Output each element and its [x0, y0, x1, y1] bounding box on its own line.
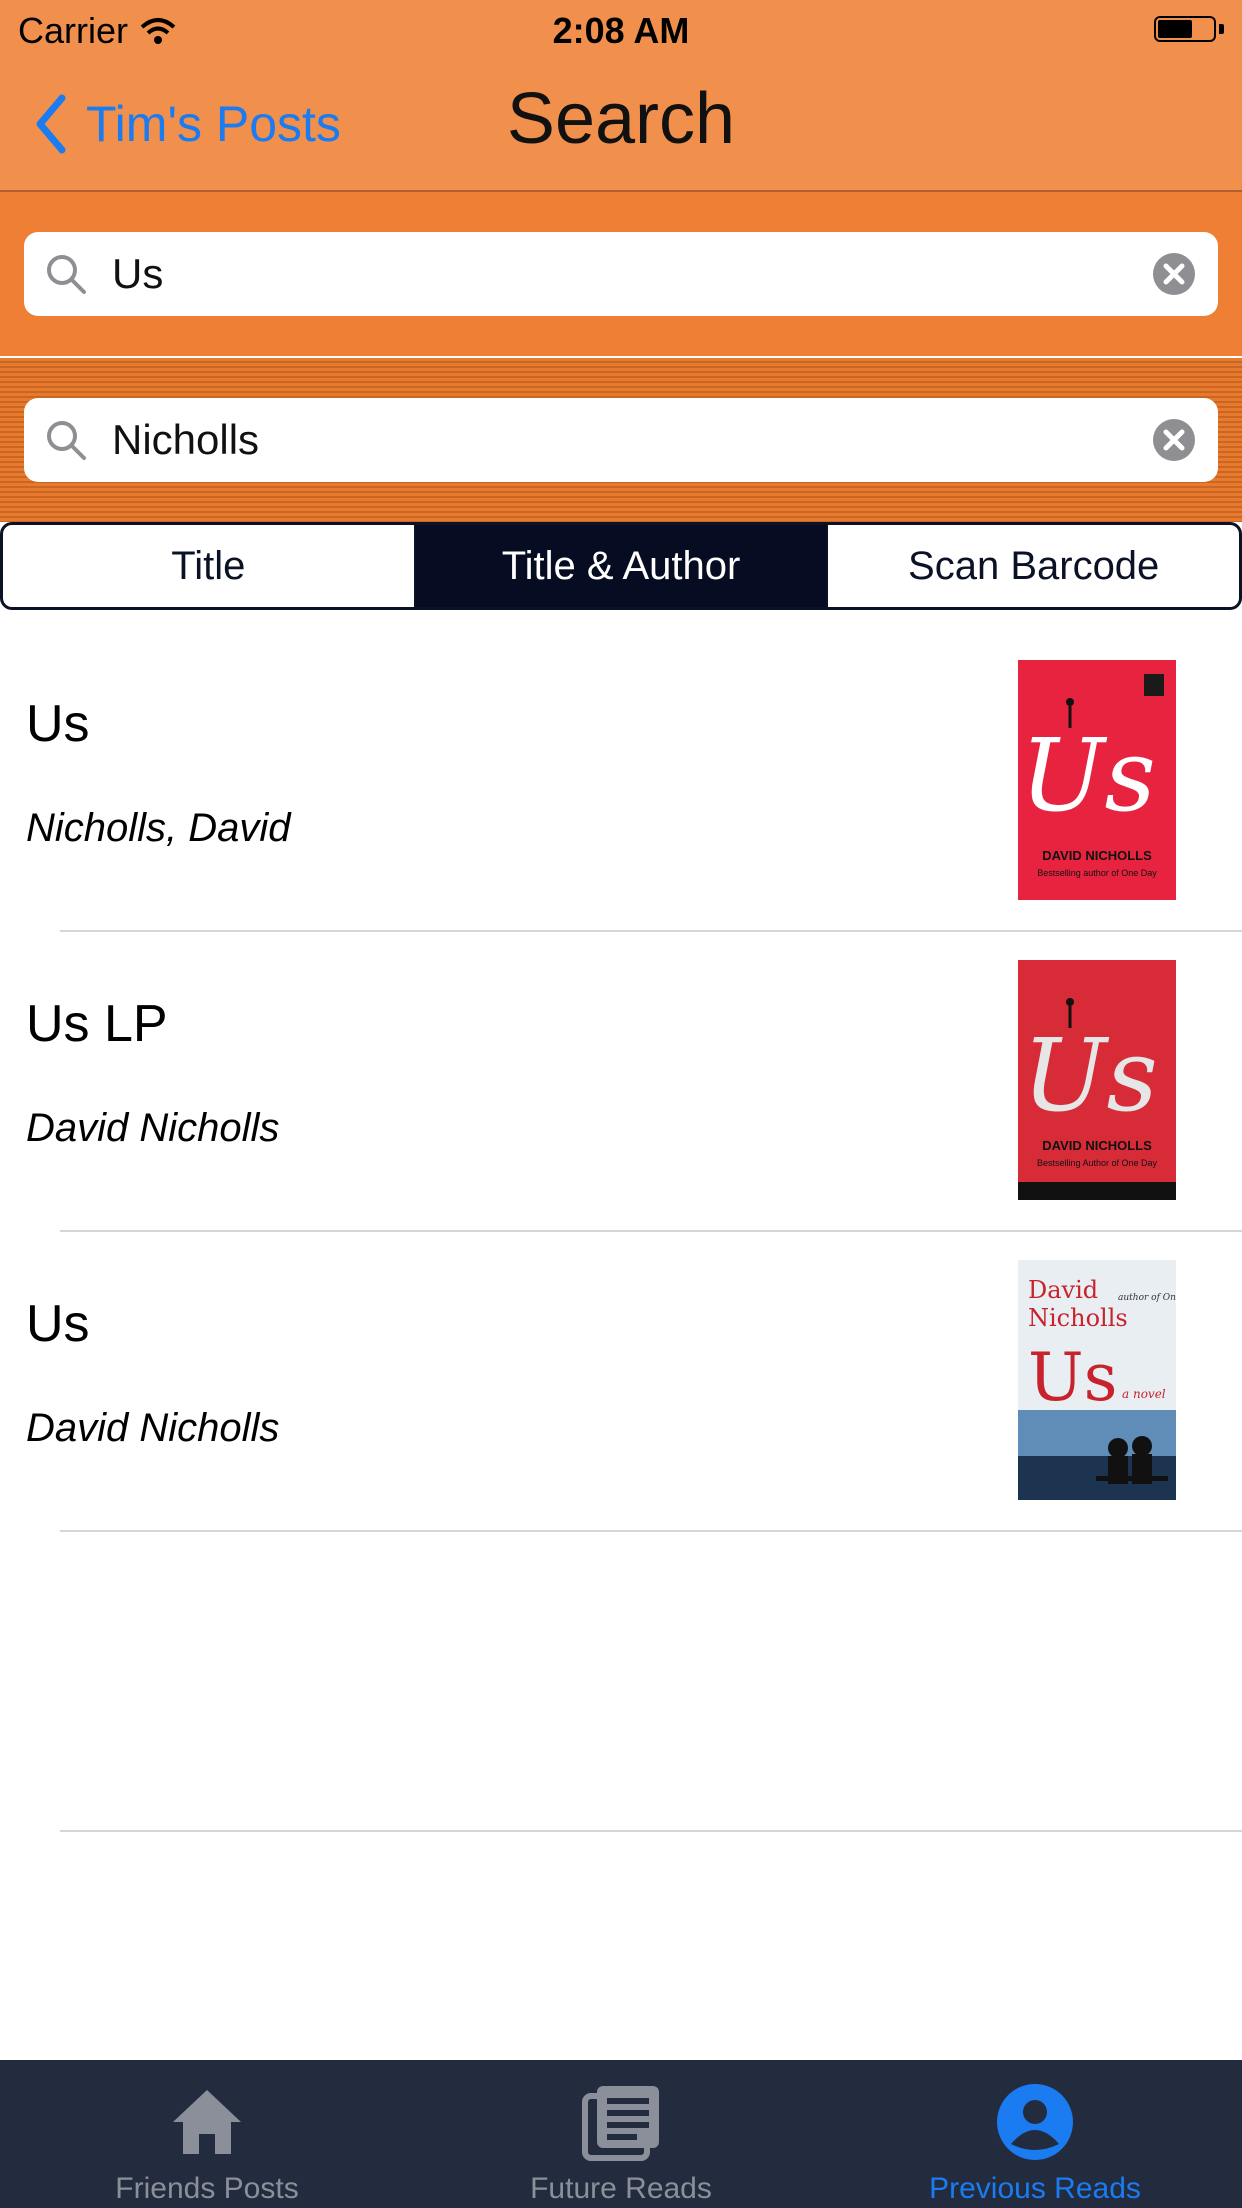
- title-search-input[interactable]: Us: [24, 232, 1218, 316]
- home-icon: [173, 2090, 241, 2154]
- tab-label: Future Reads: [530, 2172, 712, 2205]
- segment-scan-barcode[interactable]: Scan Barcode: [828, 525, 1239, 607]
- battery-icon: [1154, 16, 1224, 44]
- book-cover: David Nicholls author of One Day Us a no…: [1018, 1260, 1176, 1500]
- cover-tagline: Bestselling Author of One Day: [1037, 1158, 1158, 1168]
- tab-future-reads[interactable]: Future Reads: [414, 2060, 828, 2208]
- cover-word: Us: [1022, 1017, 1158, 1134]
- segment-title[interactable]: Title: [3, 525, 416, 607]
- title-search-value: Us: [112, 250, 164, 297]
- book-title: Us: [26, 1295, 90, 1353]
- search-mode-segmented-control: Title Title & Author Scan Barcode: [0, 522, 1242, 610]
- tab-label: Previous Reads: [929, 2172, 1141, 2205]
- cover-author: DAVID NICHOLLS: [1042, 1138, 1152, 1153]
- row-divider: [60, 1530, 1242, 1532]
- author-search-value: Nicholls: [112, 416, 260, 463]
- clear-icon[interactable]: [1152, 252, 1196, 296]
- result-row[interactable]: Us David Nicholls David Nicholls author …: [0, 1230, 1242, 1530]
- segment-title-author[interactable]: Title & Author: [415, 525, 829, 607]
- empty-row-divider: [60, 1830, 1242, 1832]
- navigation-bar: Carrier 2:08 AM Tim's Posts Search: [0, 0, 1242, 192]
- author-search-input[interactable]: Nicholls: [24, 398, 1218, 482]
- person-icon: [997, 2084, 1073, 2160]
- book-cover: Us DAVID NICHOLLS Bestselling author of …: [1018, 660, 1176, 900]
- book-author: Nicholls, David: [26, 806, 291, 850]
- book-title: Us: [26, 695, 90, 753]
- cover-author: DAVID NICHOLLS: [1042, 848, 1152, 863]
- page-title: Search: [506, 79, 736, 159]
- tab-previous-reads[interactable]: Previous Reads: [828, 2060, 1242, 2208]
- author-search-bar: Nicholls: [0, 358, 1242, 522]
- cover-word: Us: [1028, 1339, 1118, 1416]
- book-author: David Nicholls: [26, 1406, 280, 1450]
- status-bar: Carrier 2:08 AM: [0, 0, 1242, 60]
- title-search-bar: Us: [0, 192, 1242, 356]
- book-cover: Us DAVID NICHOLLS Bestselling Author of …: [1018, 960, 1176, 1200]
- tab-friends-posts[interactable]: Friends Posts: [0, 2060, 414, 2208]
- status-time: 2:08 AM: [552, 10, 690, 51]
- search-icon: [47, 255, 86, 294]
- cover-word: Us: [1020, 717, 1156, 834]
- result-row[interactable]: Us LP David Nicholls Us DAVID NICHOLLS B…: [0, 930, 1242, 1230]
- tab-bar: Friends Posts Future Reads Previous Read…: [0, 2060, 1242, 2208]
- cover-subtitle: a novel: [1122, 1387, 1166, 1401]
- cover-tagline: Bestselling author of One Day: [1037, 868, 1157, 878]
- cover-author-line2: Nicholls: [1028, 1304, 1128, 1332]
- cover-author-line1: David: [1028, 1276, 1098, 1304]
- book-author: David Nicholls: [26, 1106, 280, 1150]
- book-title: Us LP: [26, 995, 168, 1053]
- tab-label: Friends Posts: [115, 2172, 299, 2205]
- search-icon: [47, 421, 86, 460]
- news-icon: [582, 2086, 659, 2161]
- cover-tagline: author of One Day: [1118, 1293, 1176, 1303]
- clear-icon[interactable]: [1152, 418, 1196, 462]
- result-row[interactable]: Us Nicholls, David Us DAVID NICHOLLS Bes…: [0, 630, 1242, 930]
